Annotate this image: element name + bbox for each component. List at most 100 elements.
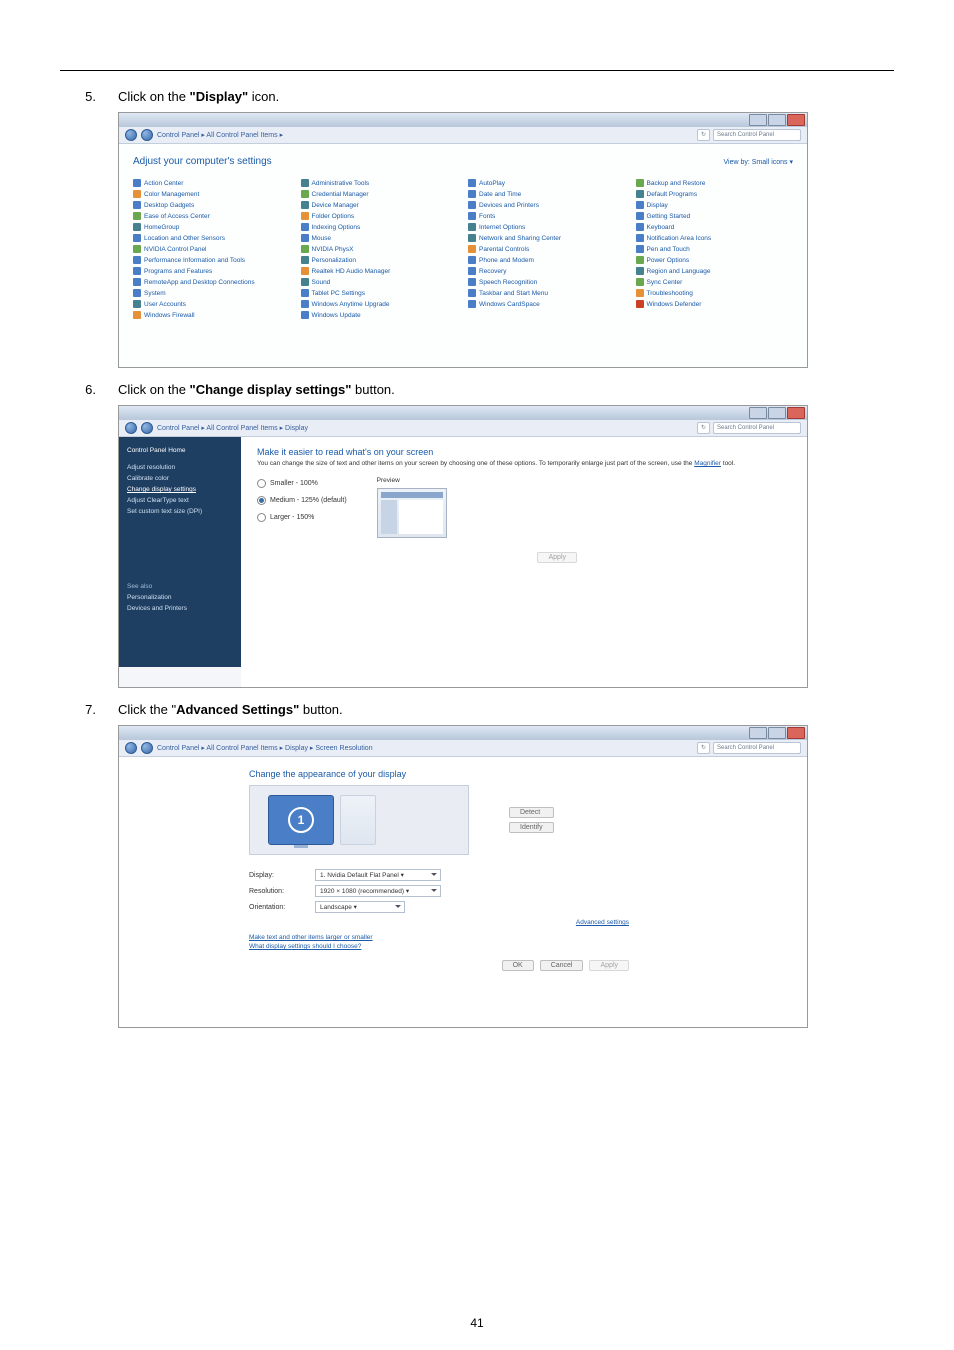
ok-button[interactable]: OK	[502, 960, 534, 971]
advanced-settings-link[interactable]: Advanced settings	[249, 919, 629, 926]
cp-item[interactable]: Phone and Modem	[468, 256, 626, 264]
cp-item[interactable]: Color Management	[133, 190, 291, 198]
cancel-button[interactable]: Cancel	[540, 960, 584, 971]
cp-item[interactable]: Internet Options	[468, 223, 626, 231]
nav-fwd-icon[interactable]	[141, 422, 153, 434]
cp-item[interactable]: Date and Time	[468, 190, 626, 198]
radio-larger[interactable]: Larger - 150%	[257, 513, 347, 522]
breadcrumb[interactable]: Control Panel ▸ All Control Panel Items …	[157, 744, 693, 752]
radio-smaller[interactable]: Smaller - 100%	[257, 479, 347, 488]
cp-item[interactable]: Speech Recognition	[468, 278, 626, 286]
breadcrumb[interactable]: Control Panel ▸ All Control Panel Items …	[157, 131, 693, 139]
cp-item[interactable]: User Accounts	[133, 300, 291, 308]
sidebar-item-devices-printers[interactable]: Devices and Printers	[127, 603, 233, 614]
minimize-icon[interactable]	[749, 727, 767, 739]
cp-item[interactable]: Programs and Features	[133, 267, 291, 275]
cp-item[interactable]: Realtek HD Audio Manager	[301, 267, 459, 275]
maximize-icon[interactable]	[768, 407, 786, 419]
cp-item[interactable]: Folder Options	[301, 212, 459, 220]
cp-item[interactable]: Administrative Tools	[301, 179, 459, 187]
cp-item[interactable]: AutoPlay	[468, 179, 626, 187]
cp-item[interactable]: Parental Controls	[468, 245, 626, 253]
cp-item[interactable]: NVIDIA Control Panel	[133, 245, 291, 253]
cp-item[interactable]: Taskbar and Start Menu	[468, 289, 626, 297]
cp-item[interactable]: Action Center	[133, 179, 291, 187]
cp-item[interactable]: Location and Other Sensors	[133, 234, 291, 242]
close-icon[interactable]	[787, 727, 805, 739]
display-select[interactable]: 1. Nvidia Default Flat Panel ▾	[315, 869, 441, 881]
cp-item[interactable]: Fonts	[468, 212, 626, 220]
cp-item[interactable]: Getting Started	[636, 212, 794, 220]
close-icon[interactable]	[787, 407, 805, 419]
maximize-icon[interactable]	[768, 727, 786, 739]
cp-item[interactable]: Recovery	[468, 267, 626, 275]
cp-item[interactable]: Sound	[301, 278, 459, 286]
link-help[interactable]: What display settings should I choose?	[249, 943, 789, 950]
resolution-select[interactable]: 1920 × 1080 (recommended) ▾	[315, 885, 441, 897]
cp-item[interactable]: Windows Anytime Upgrade	[301, 300, 459, 308]
nav-fwd-icon[interactable]	[141, 129, 153, 141]
minimize-icon[interactable]	[749, 114, 767, 126]
cp-item[interactable]: Windows Update	[301, 311, 459, 319]
cp-item[interactable]: Keyboard	[636, 223, 794, 231]
cp-item[interactable]: Sync Center	[636, 278, 794, 286]
cp-item[interactable]: Notification Area Icons	[636, 234, 794, 242]
cp-item[interactable]: Desktop Gadgets	[133, 201, 291, 209]
cp-item[interactable]: System	[133, 289, 291, 297]
cp-item[interactable]: NVIDIA PhysX	[301, 245, 459, 253]
magnifier-link[interactable]: Magnifier	[694, 460, 721, 467]
link-text-size[interactable]: Make text and other items larger or smal…	[249, 934, 789, 941]
cp-item[interactable]: Power Options	[636, 256, 794, 264]
cp-item[interactable]: Devices and Printers	[468, 201, 626, 209]
cp-item[interactable]: Windows Defender	[636, 300, 794, 308]
cp-item[interactable]: Default Programs	[636, 190, 794, 198]
cp-item[interactable]: Network and Sharing Center	[468, 234, 626, 242]
cp-item[interactable]: Troubleshooting	[636, 289, 794, 297]
cp-item[interactable]: Windows CardSpace	[468, 300, 626, 308]
cp-item[interactable]: HomeGroup	[133, 223, 291, 231]
cp-item[interactable]: Tablet PC Settings	[301, 289, 459, 297]
nav-back-icon[interactable]	[125, 742, 137, 754]
orientation-select[interactable]: Landscape ▾	[315, 901, 405, 913]
cp-item[interactable]: Performance Information and Tools	[133, 256, 291, 264]
refresh-button[interactable]: ↻	[697, 129, 710, 141]
cp-item[interactable]: Personalization	[301, 256, 459, 264]
radio-medium[interactable]: Medium - 125% (default)	[257, 496, 347, 505]
nav-fwd-icon[interactable]	[141, 742, 153, 754]
search-input[interactable]: Search Control Panel	[713, 129, 801, 141]
search-input[interactable]: Search Control Panel	[713, 422, 801, 434]
cp-item[interactable]: Backup and Restore	[636, 179, 794, 187]
monitor-1[interactable]: 1	[268, 795, 334, 845]
cp-item[interactable]: RemoteApp and Desktop Connections	[133, 278, 291, 286]
view-by-dropdown[interactable]: View by: Small icons ▾	[723, 158, 793, 166]
search-input[interactable]: Search Control Panel	[713, 742, 801, 754]
refresh-button[interactable]: ↻	[697, 742, 710, 754]
maximize-icon[interactable]	[768, 114, 786, 126]
sidebar-item-calibrate-color[interactable]: Calibrate color	[127, 473, 233, 484]
cp-item[interactable]: Windows Firewall	[133, 311, 291, 319]
cp-item[interactable]: Pen and Touch	[636, 245, 794, 253]
sidebar-item-custom-text-size[interactable]: Set custom text size (DPI)	[127, 506, 233, 517]
nav-back-icon[interactable]	[125, 422, 137, 434]
nav-back-icon[interactable]	[125, 129, 137, 141]
cp-item[interactable]: Credential Manager	[301, 190, 459, 198]
sidebar-item-adjust-resolution[interactable]: Adjust resolution	[127, 462, 233, 473]
detect-button[interactable]: Detect	[509, 807, 554, 818]
close-icon[interactable]	[787, 114, 805, 126]
cp-item[interactable]: Mouse	[301, 234, 459, 242]
cp-item[interactable]: Indexing Options	[301, 223, 459, 231]
sidebar-item-personalization[interactable]: Personalization	[127, 592, 233, 603]
sidebar-item-cleartype[interactable]: Adjust ClearType text	[127, 495, 233, 506]
identify-button[interactable]: Identify	[509, 822, 554, 833]
cp-item[interactable]: Region and Language	[636, 267, 794, 275]
monitor-2[interactable]	[340, 795, 376, 845]
cp-item[interactable]: Display	[636, 201, 794, 209]
sidebar-home[interactable]: Control Panel Home	[127, 445, 233, 456]
monitor-arrangement[interactable]: 1	[249, 785, 469, 855]
cp-item[interactable]: Device Manager	[301, 201, 459, 209]
breadcrumb[interactable]: Control Panel ▸ All Control Panel Items …	[157, 424, 693, 432]
apply-button[interactable]: Apply	[537, 552, 577, 563]
minimize-icon[interactable]	[749, 407, 767, 419]
cp-item[interactable]: Ease of Access Center	[133, 212, 291, 220]
refresh-button[interactable]: ↻	[697, 422, 710, 434]
